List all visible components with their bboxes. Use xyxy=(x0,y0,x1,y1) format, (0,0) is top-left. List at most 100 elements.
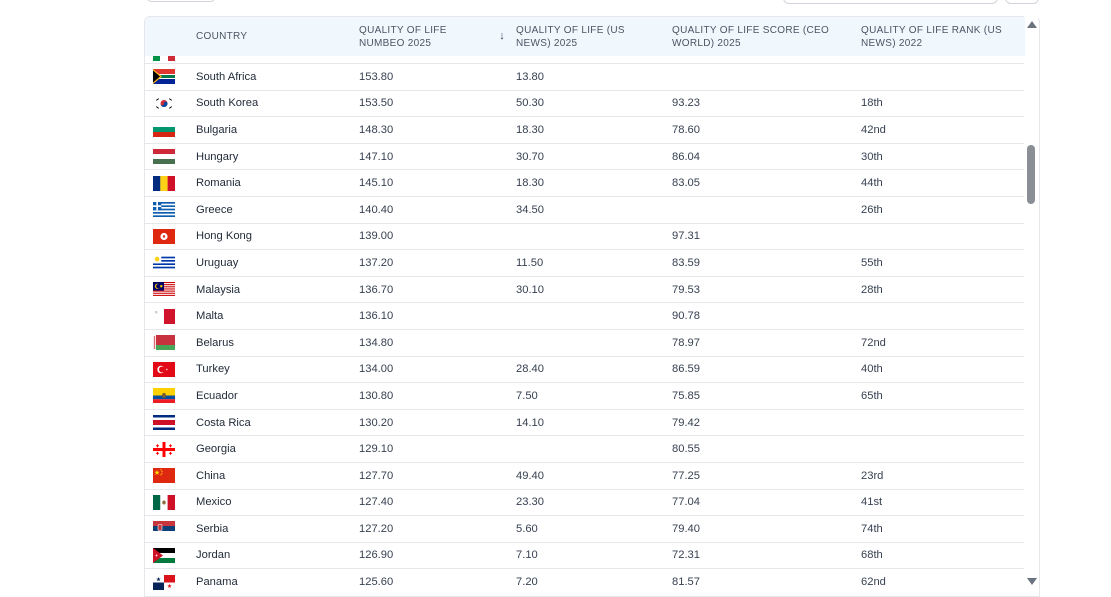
table-row[interactable]: Belarus 134.80 78.97 72nd xyxy=(145,328,1025,356)
cell-country: Hong Kong xyxy=(196,230,252,243)
cell-country: Romania xyxy=(196,177,241,190)
header-usnews[interactable]: QUALITY OF LIFE (US NEWS) 2025 xyxy=(516,17,672,56)
cell-ceo: 83.59 xyxy=(672,256,700,269)
cell-rank: 23rd xyxy=(861,469,884,482)
cell-rank: 26th xyxy=(861,203,883,216)
cell-ceo: 97.31 xyxy=(672,230,700,243)
cell-ceo: 78.60 xyxy=(672,123,700,136)
cell-rank: 18th xyxy=(861,97,883,110)
table-row[interactable]: Uruguay 137.20 11.50 83.59 55th xyxy=(145,249,1025,276)
cell-rank: 72nd xyxy=(861,336,886,349)
cell-usnews: 11.50 xyxy=(516,256,544,269)
top-left-button[interactable] xyxy=(146,0,216,2)
table-row[interactable]: Hong Kong 139.00 97.31 xyxy=(145,222,1025,250)
south-africa-flag-icon xyxy=(145,69,196,85)
cell-numbeo: 127.40 xyxy=(359,496,394,509)
cell-country: Georgia xyxy=(196,443,236,456)
cell-ceo: 80.55 xyxy=(672,443,700,456)
cell-ceo: 79.53 xyxy=(672,283,700,296)
top-right-button[interactable] xyxy=(1005,0,1039,4)
belarus-flag-icon xyxy=(145,335,196,351)
scroll-thumb[interactable] xyxy=(1027,145,1035,204)
cell-usnews: 49.40 xyxy=(516,469,544,482)
cell-usnews: 13.80 xyxy=(516,70,544,83)
cell-country: China xyxy=(196,469,226,482)
cell-ceo: 78.97 xyxy=(672,336,700,349)
table-row[interactable]: Panama 125.60 7.20 81.57 62nd xyxy=(145,568,1025,595)
table-row[interactable]: Hungary 147.10 30.70 86.04 30th xyxy=(145,142,1025,170)
header-ceo[interactable]: QUALITY OF LIFE SCORE (CEO WORLD) 2025 xyxy=(672,17,861,56)
cell-usnews: 7.10 xyxy=(516,549,538,562)
panama-flag-icon xyxy=(145,574,196,590)
vertical-scrollbar[interactable] xyxy=(1024,16,1038,591)
table-row[interactable]: Romania 145.10 18.30 83.05 44th xyxy=(145,169,1025,196)
table-row[interactable]: Turkey 134.00 28.40 86.59 40th xyxy=(145,355,1025,383)
table-row[interactable]: Mexico 127.40 23.30 77.04 41st xyxy=(145,488,1025,516)
table-body: South Africa 153.80 13.80 South Korea 153.50… xyxy=(145,63,1025,595)
header-numbeo-label: QUALITY OF LIFE NUMBEO 2025 xyxy=(359,24,447,49)
cell-numbeo: 140.40 xyxy=(359,203,394,216)
cell-numbeo: 136.70 xyxy=(359,283,394,296)
top-search-input[interactable] xyxy=(783,0,998,4)
cell-ceo: 83.05 xyxy=(672,177,700,190)
cell-country: South Korea xyxy=(196,97,259,110)
cell-country: Malta xyxy=(196,310,224,323)
cell-usnews: 30.70 xyxy=(516,150,544,163)
cell-country: Turkey xyxy=(196,363,230,376)
ecuador-flag-icon xyxy=(145,388,196,404)
georgia-flag-icon xyxy=(145,441,196,457)
hong-kong-flag-icon xyxy=(145,228,196,244)
sort-arrow-down-icon[interactable]: ↓ xyxy=(499,30,505,43)
header-rank[interactable]: QUALITY OF LIFE RANK (US NEWS) 2022 xyxy=(861,17,1025,56)
jordan-flag-icon xyxy=(145,547,196,563)
cell-numbeo: 153.80 xyxy=(359,70,394,83)
cell-ceo: 72.31 xyxy=(672,549,700,562)
cell-numbeo: 129.10 xyxy=(359,443,394,456)
cell-rank: 41st xyxy=(861,496,883,509)
cell-numbeo: 139.00 xyxy=(359,230,394,243)
cell-rank: 28th xyxy=(861,283,883,296)
cell-rank: 65th xyxy=(861,389,883,402)
cell-ceo: 90.78 xyxy=(672,310,700,323)
cell-ceo: 86.59 xyxy=(672,363,700,376)
costa-rica-flag-icon xyxy=(145,415,196,431)
table-row[interactable]: Georgia 129.10 80.55 xyxy=(145,435,1025,462)
cell-ceo: 77.04 xyxy=(672,496,700,509)
mexico-flag-icon xyxy=(145,494,196,510)
table-row[interactable]: Serbia 127.20 5.60 79.40 74th xyxy=(145,515,1025,542)
table-row[interactable]: Ecuador 130.80 7.50 75.85 65th xyxy=(145,382,1025,409)
table-row[interactable]: Greece 140.40 34.50 26th xyxy=(145,195,1025,223)
cell-numbeo: 147.10 xyxy=(359,150,394,163)
greece-flag-icon xyxy=(145,202,196,218)
serbia-flag-icon xyxy=(145,521,196,537)
scroll-up-icon[interactable] xyxy=(1027,21,1037,28)
cell-numbeo: 145.10 xyxy=(359,177,394,190)
table-row[interactable]: Bulgaria 148.30 18.30 78.60 42nd xyxy=(145,116,1025,143)
table-row[interactable]: Costa Rica 130.20 14.10 79.42 xyxy=(145,408,1025,436)
table-row[interactable]: South Korea 153.50 50.30 93.23 18th xyxy=(145,89,1025,117)
south-korea-flag-icon xyxy=(145,95,196,111)
table-row[interactable]: South Africa 153.80 13.80 xyxy=(145,63,1025,90)
header-country[interactable]: COUNTRY xyxy=(196,17,359,56)
scroll-down-icon[interactable] xyxy=(1027,578,1037,585)
cell-ceo: 79.40 xyxy=(672,522,700,535)
cell-rank: 68th xyxy=(861,549,883,562)
cell-country: Serbia xyxy=(196,522,229,535)
table-row[interactable]: Malaysia 136.70 30.10 79.53 28th xyxy=(145,275,1025,303)
table-row[interactable]: China 127.70 49.40 77.25 23rd xyxy=(145,461,1025,489)
header-numbeo[interactable]: QUALITY OF LIFE NUMBEO 2025 ↓ xyxy=(359,17,516,56)
cell-country: Greece xyxy=(196,203,233,216)
cell-usnews: 30.10 xyxy=(516,283,544,296)
cell-usnews: 23.30 xyxy=(516,496,544,509)
cell-numbeo: 130.80 xyxy=(359,389,394,402)
cell-usnews: 34.50 xyxy=(516,203,544,216)
china-flag-icon xyxy=(145,468,196,484)
cell-usnews: 5.60 xyxy=(516,522,538,535)
cell-country: Costa Rica xyxy=(196,416,251,429)
table-row[interactable]: Jordan 126.90 7.10 72.31 68th xyxy=(145,541,1025,569)
cell-rank: 74th xyxy=(861,522,883,535)
table-row[interactable]: Malta 136.10 90.78 xyxy=(145,302,1025,329)
cell-ceo: 81.57 xyxy=(672,576,700,589)
partial-flag-icon xyxy=(153,56,175,61)
cell-usnews: 28.40 xyxy=(516,363,544,376)
